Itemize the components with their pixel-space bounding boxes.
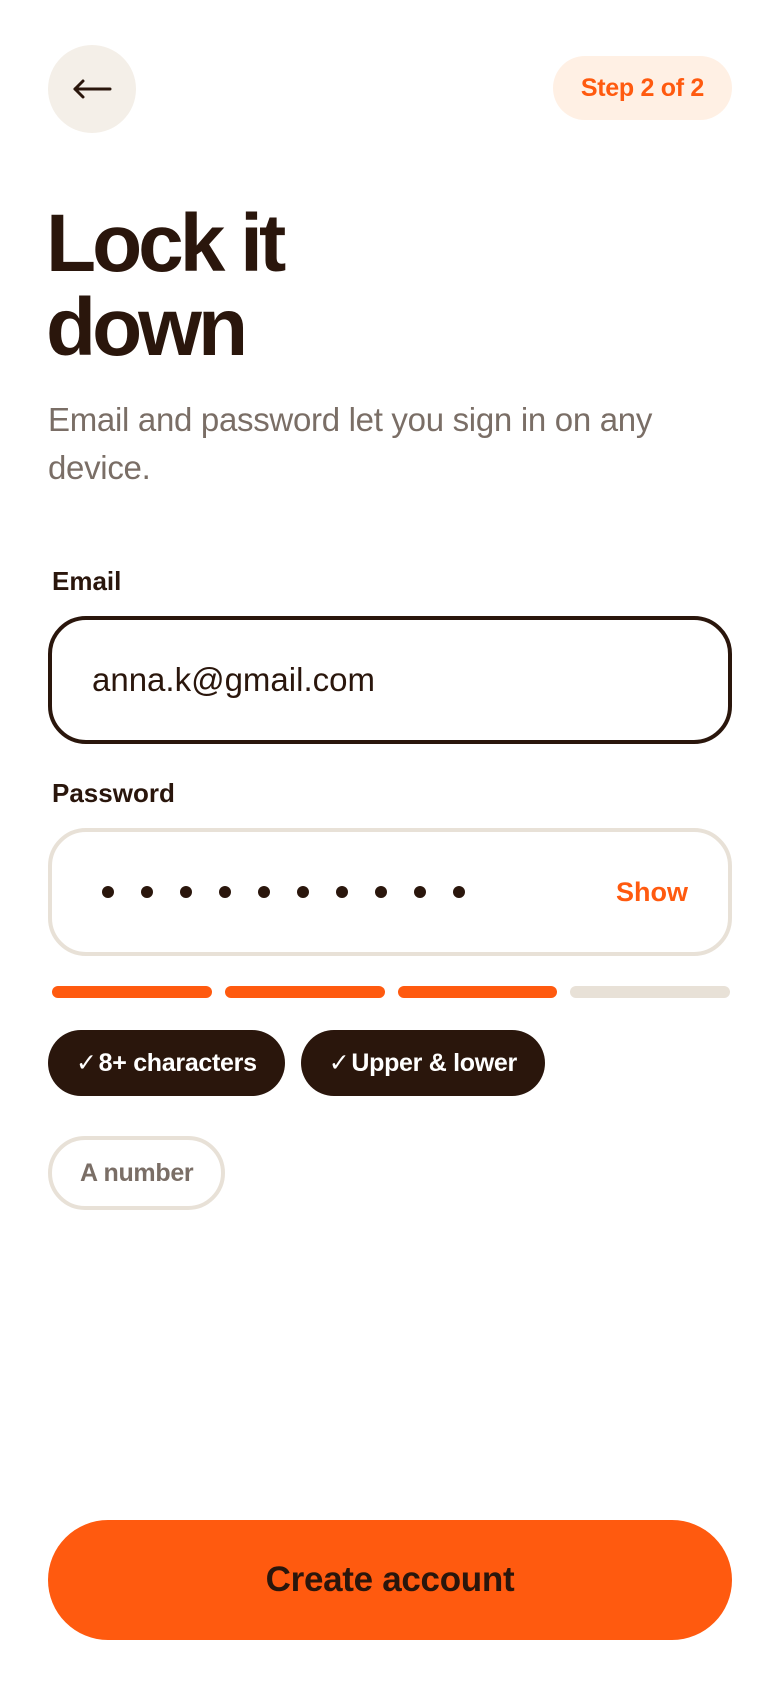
page-subtitle: Email and password let you sign in on an… [48,401,653,486]
password-mask-dot [453,886,465,898]
arrow-left-icon [73,79,112,99]
password-strength-meter [52,986,730,998]
password-mask-dot [102,886,114,898]
password-requirements: ✓ 8+ characters ✓ Upper & lower A number [48,1030,732,1210]
password-mask-dot [219,886,231,898]
step-indicator: Step 2 of 2 [552,56,732,120]
requirement-label: A number [80,1158,194,1187]
create-account-button[interactable]: Create account [48,1520,732,1640]
password-mask-dot [375,886,387,898]
check-icon: ✓ [328,1049,350,1077]
page-title: Lock it down [46,202,466,370]
strength-segment [570,986,730,998]
strength-segment [52,986,212,998]
show-password-button[interactable]: Show [616,832,688,952]
requirement-chip: ✓ Upper & lower [300,1030,545,1096]
email-field[interactable] [48,616,732,744]
password-mask-dot [258,886,270,898]
password-mask [102,832,465,952]
password-label: Password [52,778,175,808]
requirement-label: Upper & lower [351,1048,517,1077]
step-indicator-label: Step 2 of 2 [580,73,704,102]
requirement-chip: ✓ 8+ characters [48,1030,285,1096]
password-mask-dot [414,886,426,898]
password-field[interactable]: Show [48,828,732,956]
strength-segment [397,986,558,998]
strength-segment [224,986,385,998]
requirement-chip: A number [48,1136,226,1210]
page-title-line1: Lock it [46,198,286,289]
password-mask-dot [336,886,348,898]
page-title-line2: down [46,282,248,373]
requirement-label: 8+ characters [98,1048,257,1077]
check-icon: ✓ [76,1049,97,1077]
back-button[interactable] [48,45,136,133]
email-label: Email [52,566,122,596]
password-mask-dot [297,886,309,898]
password-mask-dot [141,886,153,898]
password-mask-dot [180,886,192,898]
